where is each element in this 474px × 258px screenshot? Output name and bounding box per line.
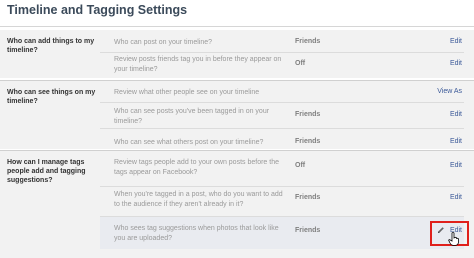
setting-text: Who sees tag suggestions when photos tha… [114, 225, 279, 242]
row-divider [100, 186, 464, 187]
view-as-link[interactable]: View As [437, 88, 462, 95]
setting-text: Who can see what others post on your tim… [114, 139, 264, 146]
setting-text: Review posts friends tag you in before t… [114, 56, 282, 73]
setting-text: Who can see posts you've been tagged in … [114, 108, 270, 125]
row-divider [100, 102, 464, 103]
edit-link[interactable]: Edit [450, 194, 462, 201]
section-label: Who can add things to my timeline? [7, 38, 95, 54]
setting-value: Friends [295, 194, 321, 201]
setting-value: Friends [295, 227, 321, 234]
edit-link[interactable]: Edit [450, 162, 462, 169]
setting-text: Review what other people see on your tim… [114, 89, 260, 96]
setting-value: Friends [295, 38, 321, 45]
setting-text: Review tags people add to your own posts… [114, 159, 279, 176]
row-divider [100, 52, 464, 53]
pencil-icon[interactable] [437, 226, 445, 234]
page-title: Timeline and Tagging Settings [7, 3, 188, 17]
edit-link[interactable]: Edit [450, 138, 462, 145]
row-divider [100, 128, 464, 129]
edit-link[interactable]: Edit [450, 38, 462, 45]
setting-value: Off [295, 60, 306, 67]
edit-link[interactable]: Edit [450, 111, 462, 118]
edit-link[interactable]: Edit [450, 60, 462, 67]
section-label: Who can see things on my timeline? [7, 89, 96, 105]
setting-value: Friends [295, 111, 321, 118]
hand-cursor-icon [448, 232, 459, 246]
title-divider [0, 26, 474, 27]
setting-value: Off [295, 162, 306, 169]
setting-text: Who can post on your timeline? [114, 39, 213, 46]
setting-text: When you're tagged in a post, who do you… [114, 191, 283, 208]
section-label: How can I manage tags people add and tag… [7, 159, 86, 184]
setting-value: Friends [295, 138, 321, 145]
